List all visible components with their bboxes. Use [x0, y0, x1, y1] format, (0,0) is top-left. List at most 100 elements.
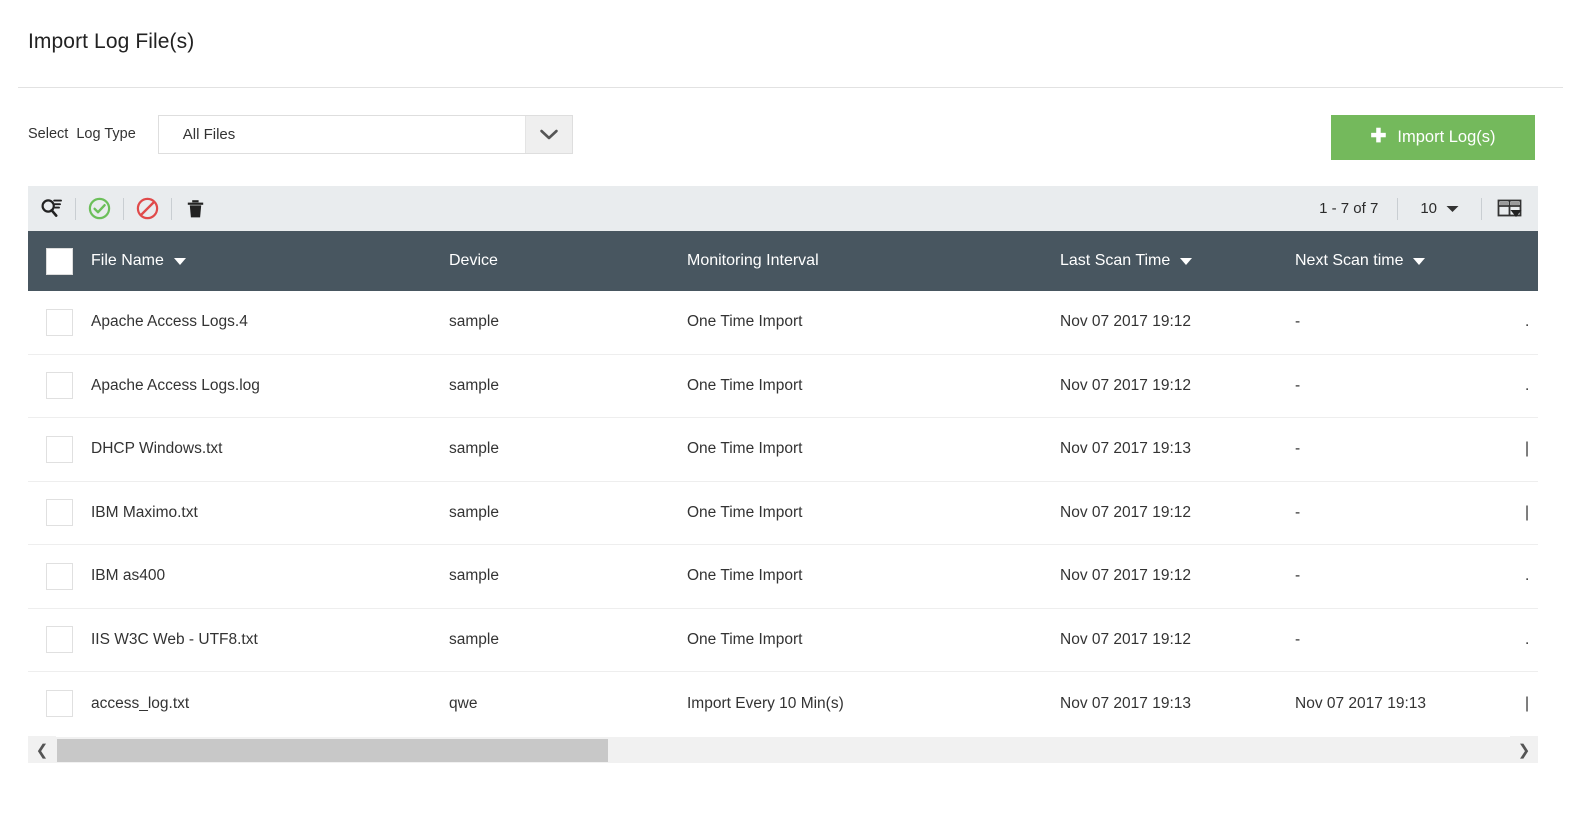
- column-header-device-label: Device: [449, 252, 498, 269]
- cell-last-scan-time: Nov 07 2017 19:13: [1060, 440, 1191, 458]
- table-row[interactable]: IBM as400 sample One Time Import Nov 07 …: [28, 545, 1538, 609]
- cell-file-name: Apache Access Logs.log: [91, 376, 260, 394]
- cell-file-name: IIS W3C Web - UTF8.txt: [91, 630, 258, 648]
- cell-file-name: access_log.txt: [91, 694, 190, 712]
- grid-header-row: File Name Device Monitoring Interval Las…: [28, 231, 1538, 291]
- page-size-value: 10: [1420, 200, 1437, 217]
- sort-caret-icon[interactable]: [1413, 257, 1426, 265]
- plus-icon: ✚: [1370, 126, 1387, 147]
- import-logs-button[interactable]: ✚ Import Log(s): [1331, 115, 1535, 160]
- column-header-file-name-label: File Name: [91, 252, 164, 269]
- cell-next-scan-time: -: [1295, 313, 1301, 331]
- title-divider: [18, 87, 1563, 88]
- cell-next-scan-time: -: [1295, 440, 1301, 458]
- grid-body: Apache Access Logs.4 sample One Time Imp…: [28, 291, 1538, 736]
- column-header-last-scan-time-label: Last Scan Time: [1060, 252, 1171, 269]
- column-header-next-scan-time-label: Next Scan time: [1295, 252, 1404, 269]
- import-logs-button-label: Import Log(s): [1397, 128, 1496, 146]
- table-row[interactable]: access_log.txt qwe Import Every 10 Min(s…: [28, 672, 1538, 736]
- cell-last-scan-time: Nov 07 2017 19:12: [1060, 503, 1191, 521]
- select-all-checkbox-cell: [28, 231, 91, 291]
- sort-caret-icon[interactable]: [173, 257, 186, 265]
- cell-monitoring-interval: One Time Import: [687, 313, 803, 331]
- row-checkbox[interactable]: [46, 372, 73, 400]
- column-header-file-name[interactable]: File Name: [91, 231, 449, 291]
- cell-monitoring-interval: One Time Import: [687, 567, 803, 585]
- row-checkbox-cell: [28, 545, 91, 608]
- cell-overflow: |: [1525, 503, 1530, 521]
- cell-next-scan-time: -: [1295, 630, 1301, 648]
- scan-search-icon[interactable]: [28, 186, 75, 231]
- row-checkbox[interactable]: [46, 435, 73, 463]
- column-header-device[interactable]: Device: [449, 231, 687, 291]
- cell-last-scan-time: Nov 07 2017 19:12: [1060, 630, 1191, 648]
- approve-check-icon[interactable]: [76, 186, 123, 231]
- scrollbar-thumb[interactable]: [57, 738, 608, 762]
- table-row[interactable]: Apache Access Logs.log sample One Time I…: [28, 355, 1538, 418]
- column-header-next-scan-time[interactable]: Next Scan time: [1295, 231, 1525, 291]
- grid-toolbar: 1 - 7 of 7 10: [28, 186, 1538, 231]
- cell-monitoring-interval: Import Every 10 Min(s): [687, 694, 844, 712]
- cell-device: sample: [449, 376, 499, 394]
- cell-next-scan-time: -: [1295, 376, 1301, 394]
- column-header-overflow: [1525, 231, 1538, 291]
- sort-caret-icon[interactable]: [1180, 257, 1193, 265]
- column-chooser-icon[interactable]: [1482, 186, 1538, 231]
- row-checkbox-cell: [28, 355, 91, 418]
- table-row[interactable]: DHCP Windows.txt sample One Time Import …: [28, 418, 1538, 482]
- log-files-grid: 1 - 7 of 7 10 File Name Device Monitorin…: [28, 186, 1538, 763]
- delete-trash-icon[interactable]: [172, 186, 219, 231]
- cell-file-name: IBM as400: [91, 567, 166, 585]
- cell-next-scan-time: -: [1295, 503, 1301, 521]
- cell-overflow: .: [1525, 313, 1530, 331]
- log-type-filter-row: Select Log Type All Files: [28, 113, 573, 155]
- grid-toolbar-pagination: 1 - 7 of 7 10: [1305, 186, 1538, 231]
- cell-overflow: |: [1525, 440, 1530, 458]
- page-size-select[interactable]: 10: [1398, 186, 1481, 231]
- table-row[interactable]: Apache Access Logs.4 sample One Time Imp…: [28, 291, 1538, 355]
- cell-last-scan-time: Nov 07 2017 19:12: [1060, 376, 1191, 394]
- chevron-left-icon[interactable]: ❮: [28, 736, 56, 763]
- cell-overflow: .: [1525, 567, 1530, 585]
- cell-file-name: Apache Access Logs.4: [91, 313, 248, 331]
- row-checkbox[interactable]: [46, 626, 73, 654]
- cell-device: sample: [449, 503, 499, 521]
- cell-overflow: |: [1525, 694, 1530, 712]
- cell-last-scan-time: Nov 07 2017 19:12: [1060, 313, 1191, 331]
- row-checkbox-cell: [28, 291, 91, 354]
- cell-device: sample: [449, 440, 499, 458]
- cell-device: sample: [449, 313, 499, 331]
- caret-down-icon: [1446, 200, 1459, 217]
- cell-device: sample: [449, 630, 499, 648]
- row-checkbox[interactable]: [46, 308, 73, 336]
- cell-file-name: DHCP Windows.txt: [91, 440, 223, 458]
- column-header-monitoring-interval-label: Monitoring Interval: [687, 252, 819, 269]
- table-row[interactable]: IBM Maximo.txt sample One Time Import No…: [28, 482, 1538, 545]
- block-prohibited-icon[interactable]: [124, 186, 171, 231]
- cell-overflow: .: [1525, 630, 1530, 648]
- column-header-monitoring-interval[interactable]: Monitoring Interval: [687, 231, 1060, 291]
- record-range-label: 1 - 7 of 7: [1319, 200, 1379, 217]
- horizontal-scrollbar[interactable]: ❮ ❯: [28, 735, 1538, 763]
- cell-overflow: .: [1525, 376, 1530, 394]
- cell-file-name: IBM Maximo.txt: [91, 503, 198, 521]
- cell-monitoring-interval: One Time Import: [687, 503, 803, 521]
- cell-monitoring-interval: One Time Import: [687, 440, 803, 458]
- cell-last-scan-time: Nov 07 2017 19:13: [1060, 694, 1191, 712]
- select-all-checkbox[interactable]: [46, 247, 73, 275]
- row-checkbox[interactable]: [46, 499, 73, 527]
- row-checkbox-cell: [28, 482, 91, 545]
- row-checkbox[interactable]: [46, 690, 73, 718]
- cell-monitoring-interval: One Time Import: [687, 376, 803, 394]
- log-type-select[interactable]: All Files: [157, 114, 573, 154]
- cell-next-scan-time: Nov 07 2017 19:13: [1295, 694, 1426, 712]
- chevron-down-icon[interactable]: [524, 115, 572, 153]
- table-row[interactable]: IIS W3C Web - UTF8.txt sample One Time I…: [28, 609, 1538, 672]
- cell-device: qwe: [449, 694, 478, 712]
- row-checkbox-cell: [28, 672, 91, 736]
- chevron-right-icon[interactable]: ❯: [1510, 736, 1538, 763]
- cell-last-scan-time: Nov 07 2017 19:12: [1060, 567, 1191, 585]
- row-checkbox[interactable]: [46, 562, 73, 590]
- log-type-label: Select Log Type: [28, 126, 136, 142]
- column-header-last-scan-time[interactable]: Last Scan Time: [1060, 231, 1295, 291]
